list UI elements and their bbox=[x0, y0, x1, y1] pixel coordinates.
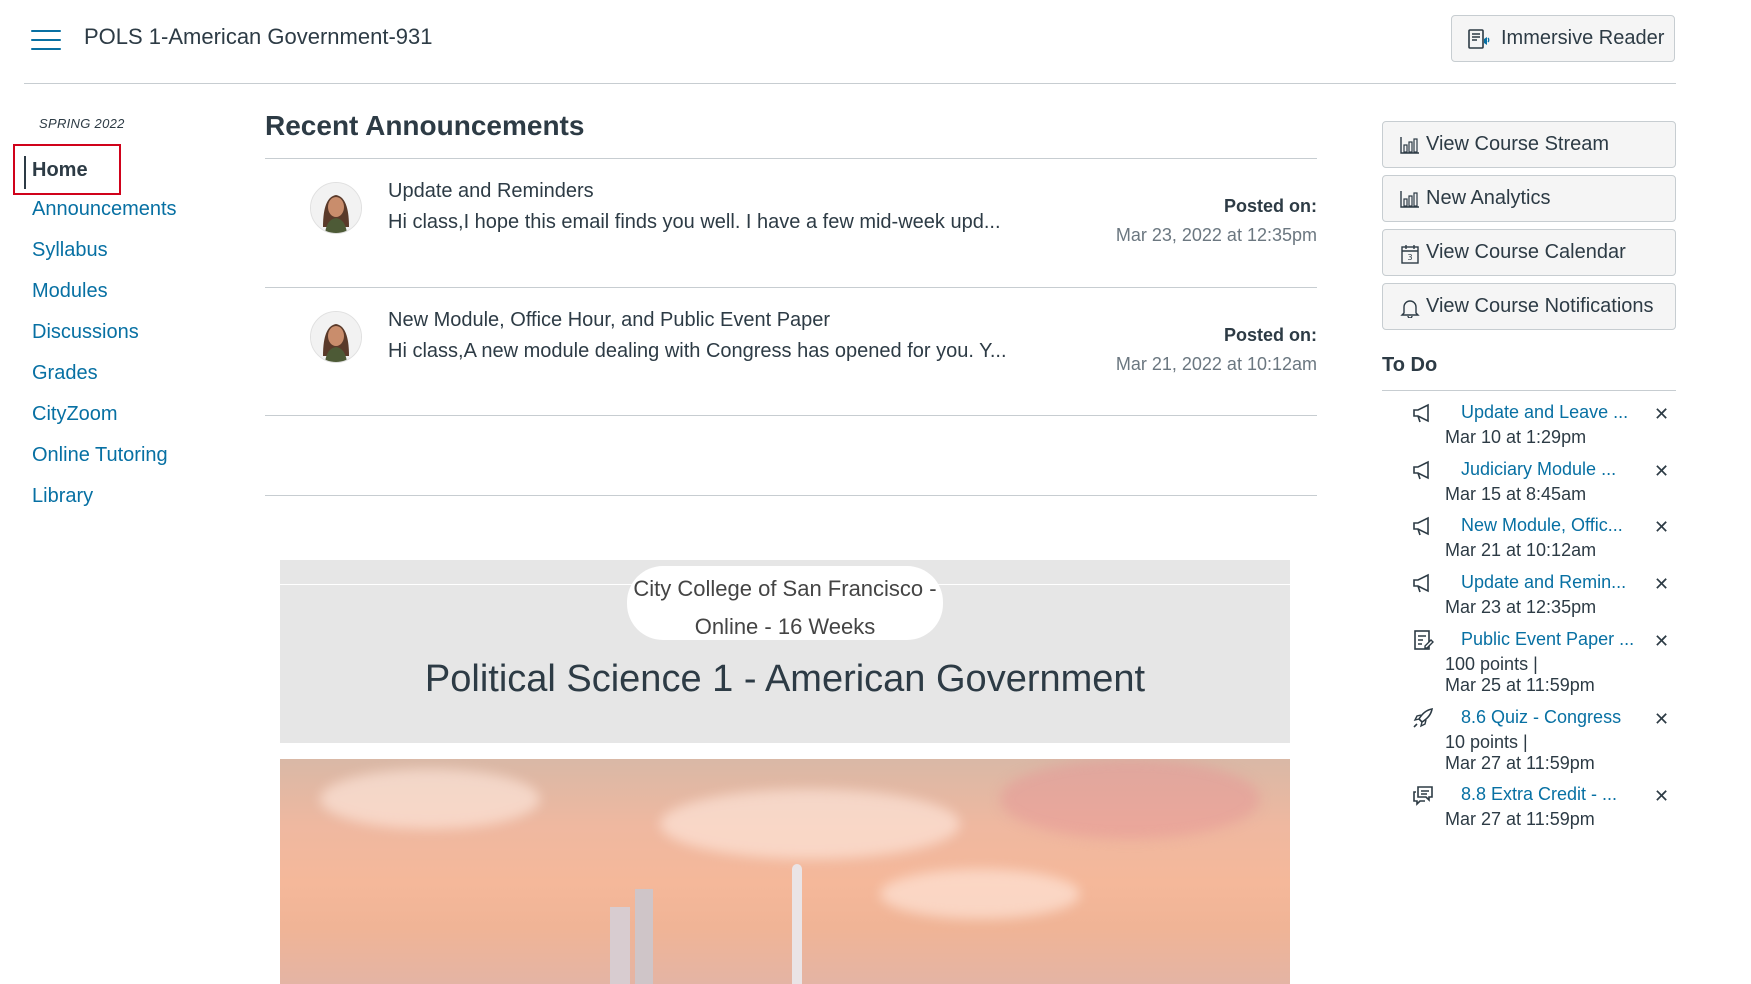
announcement-title[interactable]: New Module, Office Hour, and Public Even… bbox=[388, 309, 830, 332]
announcement-icon bbox=[1413, 460, 1429, 480]
sidebar-item-announcements[interactable]: Announcements bbox=[32, 198, 177, 221]
dismiss-icon[interactable]: ✕ bbox=[1654, 631, 1669, 652]
posted-on-label: Posted on: bbox=[1224, 196, 1317, 216]
bell-icon bbox=[1400, 300, 1420, 318]
todo-link[interactable]: Judiciary Module ... bbox=[1461, 459, 1616, 480]
todo-link[interactable]: Update and Remin... bbox=[1461, 572, 1626, 593]
sidebar-item-discussions[interactable]: Discussions bbox=[32, 321, 139, 344]
course-banner: City College of San Francisco - Online -… bbox=[280, 560, 1290, 743]
todo-heading: To Do bbox=[1382, 354, 1438, 376]
todo-meta: Mar 23 at 12:35pm bbox=[1445, 597, 1597, 617]
posted-date: Mar 21, 2022 at 10:12am bbox=[1115, 354, 1317, 374]
course-header: POLS 1-American Government-931 Immersive… bbox=[0, 0, 1751, 84]
analytics-icon bbox=[1400, 191, 1419, 208]
button-label: New Analytics bbox=[1426, 187, 1551, 209]
todo-meta: Mar 15 at 8:45am bbox=[1445, 484, 1587, 504]
sidebar-item-label: Home bbox=[32, 159, 88, 181]
hamburger-menu-icon[interactable] bbox=[31, 28, 61, 52]
sidebar-item-library[interactable]: Library bbox=[32, 485, 93, 508]
todo-meta: Mar 21 at 10:12am bbox=[1445, 540, 1597, 560]
sidebar-item-cityzoom[interactable]: CityZoom bbox=[32, 403, 118, 426]
todo-points: 10 points | bbox=[1445, 732, 1528, 752]
term-label: SPRING 2022 bbox=[39, 116, 125, 131]
sidebar-item-home[interactable]: Home bbox=[13, 144, 121, 195]
todo-link[interactable]: 8.6 Quiz - Congress bbox=[1461, 707, 1621, 728]
todo-points: 100 points | bbox=[1445, 654, 1538, 674]
posted-on-label: Posted on: bbox=[1224, 325, 1317, 345]
divider bbox=[1382, 390, 1676, 391]
announcement-preview: Hi class,I hope this email finds you wel… bbox=[388, 211, 1001, 233]
institution-pill: City College of San Francisco - Online -… bbox=[627, 566, 943, 640]
new-analytics-button[interactable]: New Analytics bbox=[1382, 175, 1676, 222]
active-indicator bbox=[24, 156, 26, 189]
avatar bbox=[310, 182, 362, 234]
view-course-notifications-button[interactable]: View Course Notifications bbox=[1382, 283, 1676, 330]
course-title: POLS 1-American Government-931 bbox=[84, 24, 433, 49]
todo-meta: Mar 27 at 11:59pm bbox=[1445, 809, 1595, 829]
button-label: View Course Stream bbox=[1426, 133, 1610, 155]
divider bbox=[265, 495, 1317, 496]
dismiss-icon[interactable]: ✕ bbox=[1654, 461, 1669, 482]
svg-text:3: 3 bbox=[1407, 253, 1412, 262]
institution-name: City College of San Francisco - bbox=[633, 576, 937, 601]
announcement-icon bbox=[1413, 403, 1429, 423]
sidebar-item-grades[interactable]: Grades bbox=[32, 362, 98, 385]
sidebar-item-modules[interactable]: Modules bbox=[32, 280, 108, 303]
announcement-icon bbox=[1413, 573, 1429, 593]
todo-due-date: Mar 25 at 11:59pm bbox=[1445, 675, 1595, 695]
immersive-reader-icon bbox=[1468, 28, 1490, 49]
announcement-title[interactable]: Update and Reminders bbox=[388, 180, 594, 203]
announcement-preview: Hi class,A new module dealing with Congr… bbox=[388, 340, 1007, 362]
immersive-reader-label: Immersive Reader bbox=[1501, 27, 1665, 49]
todo-meta: Mar 10 at 1:29pm bbox=[1445, 427, 1587, 447]
dismiss-icon[interactable]: ✕ bbox=[1654, 786, 1669, 807]
announcement-item: Update and Reminders Hi class,I hope thi… bbox=[265, 159, 1317, 287]
todo-link[interactable]: 8.8 Extra Credit - ... bbox=[1461, 784, 1617, 805]
todo-link[interactable]: Public Event Paper ... bbox=[1461, 629, 1634, 650]
sidebar-item-online-tutoring[interactable]: Online Tutoring bbox=[32, 444, 168, 467]
sidebar-item-syllabus[interactable]: Syllabus bbox=[32, 239, 108, 262]
announcement-icon bbox=[1413, 516, 1429, 536]
button-label: View Course Calendar bbox=[1426, 241, 1626, 263]
divider bbox=[265, 415, 1317, 416]
dismiss-icon[interactable]: ✕ bbox=[1654, 517, 1669, 538]
stream-icon bbox=[1400, 137, 1419, 154]
dismiss-icon[interactable]: ✕ bbox=[1654, 709, 1669, 730]
assignment-icon bbox=[1414, 630, 1434, 650]
immersive-reader-button[interactable]: Immersive Reader bbox=[1451, 15, 1675, 62]
discussion-icon bbox=[1413, 786, 1433, 806]
dismiss-icon[interactable]: ✕ bbox=[1654, 574, 1669, 595]
city-skyline-image bbox=[280, 759, 1290, 984]
dismiss-icon[interactable]: ✕ bbox=[1654, 404, 1669, 425]
view-course-calendar-button[interactable]: 3 View Course Calendar bbox=[1382, 229, 1676, 276]
button-label: View Course Notifications bbox=[1426, 295, 1654, 317]
banner-title: Political Science 1 - American Governmen… bbox=[424, 658, 1146, 700]
course-format: Online - 16 Weeks bbox=[694, 614, 876, 639]
todo-link[interactable]: Update and Leave ... bbox=[1461, 402, 1628, 423]
quiz-icon bbox=[1413, 708, 1433, 728]
calendar-icon: 3 bbox=[1401, 245, 1419, 264]
view-course-stream-button[interactable]: View Course Stream bbox=[1382, 121, 1676, 168]
todo-due-date: Mar 27 at 11:59pm bbox=[1445, 753, 1595, 773]
announcement-item: New Module, Office Hour, and Public Even… bbox=[265, 288, 1317, 416]
avatar bbox=[310, 311, 362, 363]
posted-date: Mar 23, 2022 at 12:35pm bbox=[1115, 225, 1317, 245]
header-divider bbox=[24, 83, 1676, 84]
todo-link[interactable]: New Module, Offic... bbox=[1461, 515, 1623, 536]
recent-announcements-heading: Recent Announcements bbox=[265, 110, 585, 141]
